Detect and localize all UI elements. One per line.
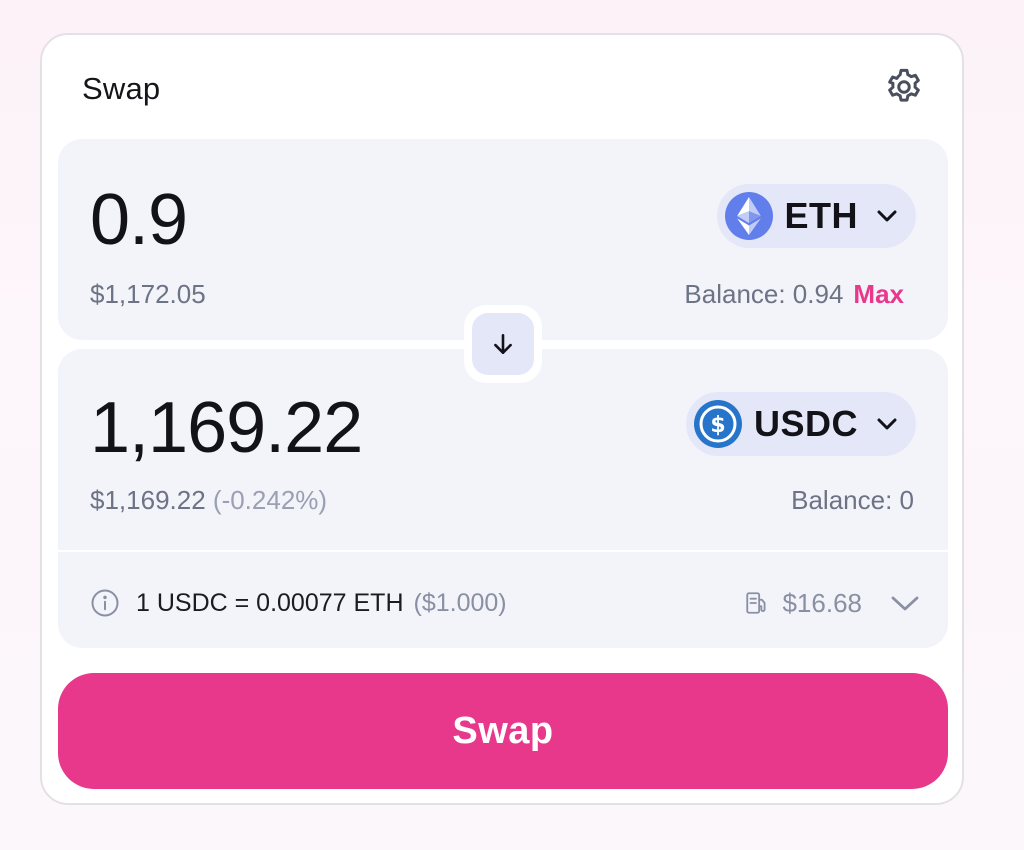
- buy-panel: 1,169.22 $ USDC $1,169.22 (-0.242%) Bala…: [58, 349, 948, 648]
- sell-balance-row: Balance: 0.94 Max: [684, 279, 904, 310]
- page-title: Swap: [82, 71, 161, 106]
- gas-pump-icon: [746, 592, 766, 614]
- buy-balance: Balance: 0: [791, 485, 914, 515]
- buy-token-selector[interactable]: $ USDC: [685, 392, 916, 456]
- sell-balance: Balance: 0.94: [684, 279, 844, 309]
- chevron-down-icon: [877, 210, 897, 222]
- max-button[interactable]: Max: [853, 279, 904, 309]
- chevron-down-icon: [877, 418, 897, 430]
- gas-fee-value: $16.68: [782, 587, 862, 618]
- buy-usd-value: $1,169.22: [90, 485, 206, 515]
- exchange-rate: 1 USDC = 0.00077 ETH: [136, 588, 404, 617]
- swap-card: Swap 0.9 ETH $1,172.05 Balance: 0.94 Max…: [40, 33, 964, 805]
- gear-icon: [888, 68, 920, 102]
- svg-text:$: $: [710, 413, 725, 438]
- sell-token-selector[interactable]: ETH: [716, 184, 916, 248]
- chevron-down-icon: [891, 596, 919, 611]
- sell-usd-value: $1,172.05: [90, 279, 206, 309]
- sell-token-symbol: ETH: [784, 195, 858, 236]
- swap-direction-button[interactable]: [472, 313, 534, 375]
- usdc-icon: $: [693, 400, 742, 448]
- settings-button[interactable]: [882, 65, 926, 109]
- swap-button[interactable]: Swap: [58, 673, 948, 789]
- arrow-down-icon: [494, 334, 512, 354]
- exchange-rate-usd: ($1.000): [413, 588, 507, 617]
- gas-fee[interactable]: $16.68: [744, 588, 920, 619]
- divider: [58, 550, 948, 552]
- buy-token-symbol: USDC: [753, 403, 858, 444]
- swap-direction-wrapper: [464, 305, 542, 383]
- buy-amount-input[interactable]: 1,169.22: [90, 387, 363, 469]
- buy-usd-value-row: $1,169.22 (-0.242%): [90, 485, 327, 516]
- price-impact: (-0.242%): [212, 485, 328, 515]
- rate-row[interactable]: 1 USDC = 0.00077 ETH ($1.000) $16.68: [90, 586, 920, 620]
- info-icon: [91, 589, 119, 617]
- eth-icon: [724, 192, 773, 240]
- sell-amount-input[interactable]: 0.9: [90, 179, 188, 261]
